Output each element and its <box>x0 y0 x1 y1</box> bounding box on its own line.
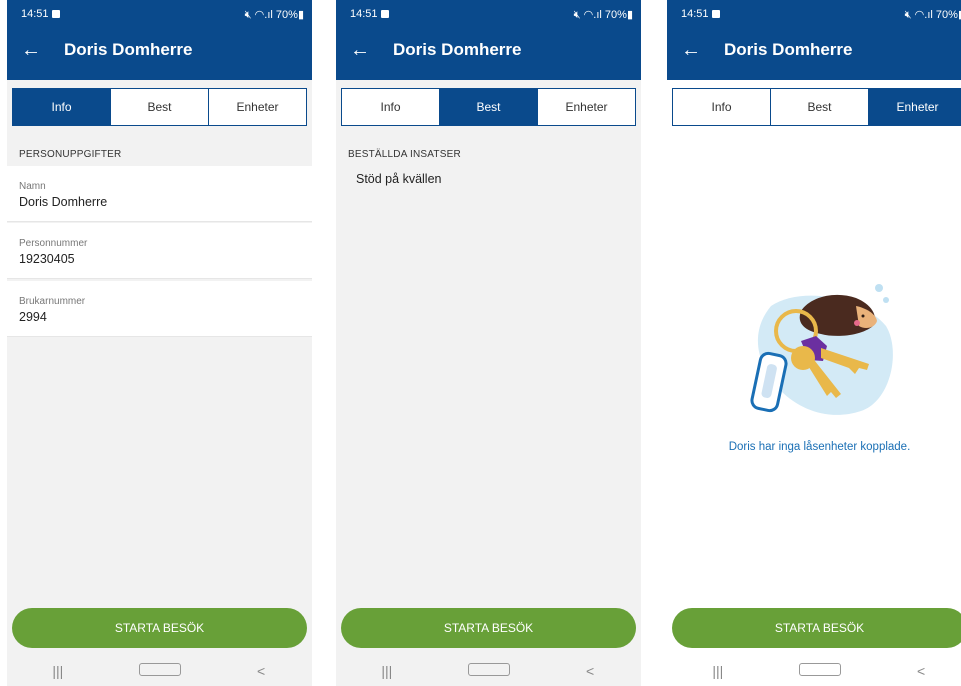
gallery-icon <box>711 10 720 18</box>
tab-enheter[interactable]: Enheter <box>869 89 961 125</box>
status-bar: 14:51 🔇︎ ◠.ıl 70%▮ <box>7 0 312 28</box>
battery-icon: ▮ <box>297 9 304 21</box>
battery-level: 70% <box>935 9 958 21</box>
chevron-left-icon[interactable]: < <box>901 663 941 679</box>
hedgehog-with-keys-illustration <box>750 284 893 415</box>
wifi-icon: ◠ <box>254 9 265 21</box>
section-title: PERSONUPPGIFTER <box>19 149 122 160</box>
tab-best[interactable]: Best <box>111 89 209 125</box>
home-icon[interactable] <box>468 663 511 679</box>
status-time: 14:51 <box>681 8 709 20</box>
mute-icon: 🔇︎ <box>904 9 912 21</box>
arrow-left-icon[interactable]: ← <box>21 40 41 60</box>
signal-icon: .ıl <box>924 9 933 21</box>
mute-icon: 🔇︎ <box>573 9 581 21</box>
wifi-icon: ◠ <box>583 9 594 21</box>
app-bar: ← Doris Domherre <box>7 28 312 80</box>
field-label: Personnummer <box>19 238 88 249</box>
arrow-left-icon[interactable]: ← <box>350 40 370 60</box>
empty-state-message: Doris har inga låsenheter kopplade. <box>728 441 911 453</box>
phone-screen-enheter: 14:51 🔇︎ ◠.ıl 70%▮ ← Doris Domherre Info… <box>667 0 961 686</box>
home-icon[interactable] <box>799 663 842 679</box>
field-value: Doris Domherre <box>19 195 108 209</box>
section-title: BESTÄLLDA INSATSER <box>348 149 461 160</box>
tab-enheter[interactable]: Enheter <box>209 89 306 125</box>
gallery-icon <box>51 10 60 18</box>
status-bar: 14:51 🔇︎ ◠.ıl 70%▮ <box>667 0 961 28</box>
page-title: Doris Domherre <box>393 40 522 59</box>
list-item[interactable]: Stöd på kvällen <box>356 172 441 186</box>
start-visit-button[interactable]: STARTA BESÖK <box>672 608 961 648</box>
field-label: Namn <box>19 181 46 192</box>
tab-bar: Info Best Enheter <box>341 88 636 126</box>
start-visit-button[interactable]: STARTA BESÖK <box>341 608 636 648</box>
field-label: Brukarnummer <box>19 296 86 307</box>
mute-icon: 🔇︎ <box>244 9 252 21</box>
field-row-personnummer: Personnummer 19230405 <box>7 223 312 279</box>
tab-info[interactable]: Info <box>342 89 440 125</box>
app-bar: ← Doris Domherre <box>336 28 641 80</box>
signal-icon: .ıl <box>264 9 273 21</box>
home-icon[interactable] <box>139 663 182 679</box>
phone-screen-info: 14:51 🔇︎ ◠.ıl 70%▮ ← Doris Domherre Info… <box>7 0 312 686</box>
app-bar: ← Doris Domherre <box>667 28 961 80</box>
tab-enheter[interactable]: Enheter <box>538 89 635 125</box>
field-row-brukarnummer: Brukarnummer 2994 <box>7 281 312 337</box>
battery-level: 70% <box>604 9 627 21</box>
chevron-left-icon[interactable]: < <box>570 663 610 679</box>
system-nav-bar: ||| < <box>7 656 312 686</box>
start-visit-button[interactable]: STARTA BESÖK <box>12 608 307 648</box>
arrow-left-icon[interactable]: ← <box>681 40 701 60</box>
page-title: Doris Domherre <box>724 40 853 59</box>
tab-info[interactable]: Info <box>673 89 771 125</box>
tab-info[interactable]: Info <box>13 89 111 125</box>
recent-apps-icon[interactable]: ||| <box>367 663 407 679</box>
tab-best[interactable]: Best <box>771 89 869 125</box>
signal-icon: .ıl <box>593 9 602 21</box>
status-time: 14:51 <box>350 8 378 20</box>
system-nav-bar: ||| < <box>667 656 961 686</box>
chevron-left-icon[interactable]: < <box>241 663 281 679</box>
status-time: 14:51 <box>21 8 49 20</box>
battery-icon: ▮ <box>626 9 633 21</box>
page-title: Doris Domherre <box>64 40 193 59</box>
gallery-icon <box>380 10 389 18</box>
wifi-icon: ◠ <box>914 9 925 21</box>
battery-level: 70% <box>275 9 298 21</box>
phone-screen-best: 14:51 🔇︎ ◠.ıl 70%▮ ← Doris Domherre Info… <box>336 0 641 686</box>
field-value: 19230405 <box>19 252 75 266</box>
status-bar: 14:51 🔇︎ ◠.ıl 70%▮ <box>336 0 641 28</box>
tab-bar: Info Best Enheter <box>12 88 307 126</box>
tab-best[interactable]: Best <box>440 89 538 125</box>
system-nav-bar: ||| < <box>336 656 641 686</box>
field-row-namn: Namn Doris Domherre <box>7 166 312 222</box>
field-value: 2994 <box>19 310 47 324</box>
recent-apps-icon[interactable]: ||| <box>38 663 78 679</box>
recent-apps-icon[interactable]: ||| <box>698 663 738 679</box>
tab-bar: Info Best Enheter <box>672 88 961 126</box>
